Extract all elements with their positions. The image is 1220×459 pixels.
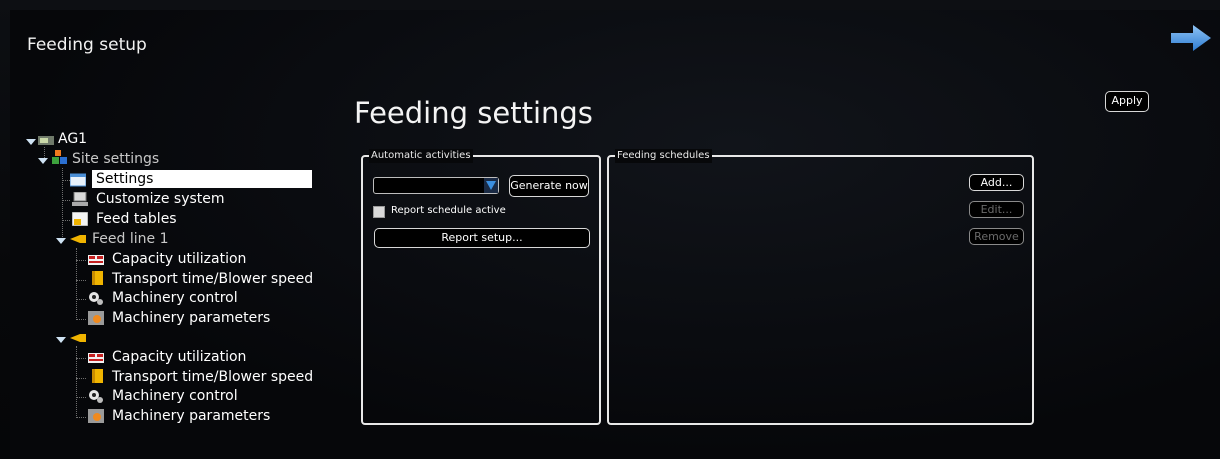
computer-icon <box>72 192 88 206</box>
tree-line <box>76 358 86 359</box>
remove-schedule-button[interactable]: Remove <box>969 228 1024 245</box>
tree-line <box>62 200 70 201</box>
group-label: Feeding schedules <box>615 149 712 163</box>
window-title: Feeding setup <box>27 35 147 55</box>
table-icon <box>72 212 88 226</box>
tree-line <box>76 319 86 320</box>
tree-item-settings[interactable]: Settings <box>92 170 312 188</box>
page-title: Feeding settings <box>354 96 593 130</box>
tree-item-transport-time[interactable]: Transport time/Blower speed <box>112 270 313 288</box>
tree-item-machinery-control[interactable]: Machinery control <box>112 387 238 405</box>
tree-line <box>76 299 86 300</box>
tree-item-feed-tables[interactable]: Feed tables <box>96 210 177 228</box>
tree-item-machinery-parameters[interactable]: Machinery parameters <box>112 309 270 327</box>
report-schedule-label: Report schedule active <box>391 205 506 216</box>
automatic-activities-group: Automatic activities Generate now Report… <box>361 149 601 425</box>
tree-line <box>62 168 63 241</box>
parameters-icon <box>88 311 104 325</box>
tree-item-site-settings[interactable]: Site settings <box>72 150 159 168</box>
transport-icon <box>92 369 103 383</box>
collapse-toggle-icon[interactable] <box>38 158 48 164</box>
collapse-toggle-icon[interactable] <box>56 238 66 244</box>
report-schedule-checkbox[interactable] <box>373 206 385 218</box>
capacity-icon <box>88 255 104 265</box>
gears-icon <box>89 390 103 403</box>
tree-line <box>76 248 77 320</box>
settings-window-icon <box>70 173 86 187</box>
tree-line <box>76 417 86 418</box>
group-label: Automatic activities <box>369 149 473 163</box>
transport-icon <box>92 271 103 285</box>
tree-line <box>76 378 86 379</box>
tree-item-capacity-utilization[interactable]: Capacity utilization <box>112 250 246 268</box>
tree-line <box>76 280 86 281</box>
tree-item-machinery-parameters[interactable]: Machinery parameters <box>112 407 270 425</box>
device-icon <box>38 136 54 145</box>
feed-pipe-icon <box>70 235 86 243</box>
tree-item-customize-system[interactable]: Customize system <box>96 190 225 208</box>
tree-line <box>62 180 70 181</box>
feed-pipe-icon <box>70 334 86 342</box>
tree-line <box>76 346 77 418</box>
tree-line <box>76 260 86 261</box>
tree-line <box>76 397 86 398</box>
add-schedule-button[interactable]: Add... <box>969 174 1024 191</box>
parameters-icon <box>88 409 104 423</box>
tree-line <box>44 147 45 158</box>
edit-schedule-button[interactable]: Edit... <box>969 201 1024 218</box>
report-setup-button[interactable]: Report setup... <box>374 228 590 248</box>
capacity-icon <box>88 353 104 363</box>
feeding-schedules-group: Feeding schedules Add... Edit... Remove <box>607 149 1034 425</box>
tree-item-machinery-control[interactable]: Machinery control <box>112 289 238 307</box>
generate-now-button[interactable]: Generate now <box>509 175 589 197</box>
activity-select[interactable] <box>373 177 499 194</box>
tree-line <box>62 220 70 221</box>
arrow-right-icon[interactable] <box>1171 25 1211 51</box>
tree-item-ag1[interactable]: AG1 <box>58 130 87 148</box>
collapse-toggle-icon[interactable] <box>56 337 66 343</box>
tree-item-capacity-utilization[interactable]: Capacity utilization <box>112 348 246 366</box>
gears-icon <box>89 292 103 305</box>
tree-item-feed-line-1[interactable]: Feed line 1 <box>92 230 168 248</box>
apply-button[interactable]: Apply <box>1105 91 1149 112</box>
collapse-toggle-icon[interactable] <box>26 139 36 145</box>
site-settings-icon <box>52 150 67 164</box>
tree-item-transport-time[interactable]: Transport time/Blower speed <box>112 368 313 386</box>
chevron-down-icon[interactable] <box>484 178 498 193</box>
